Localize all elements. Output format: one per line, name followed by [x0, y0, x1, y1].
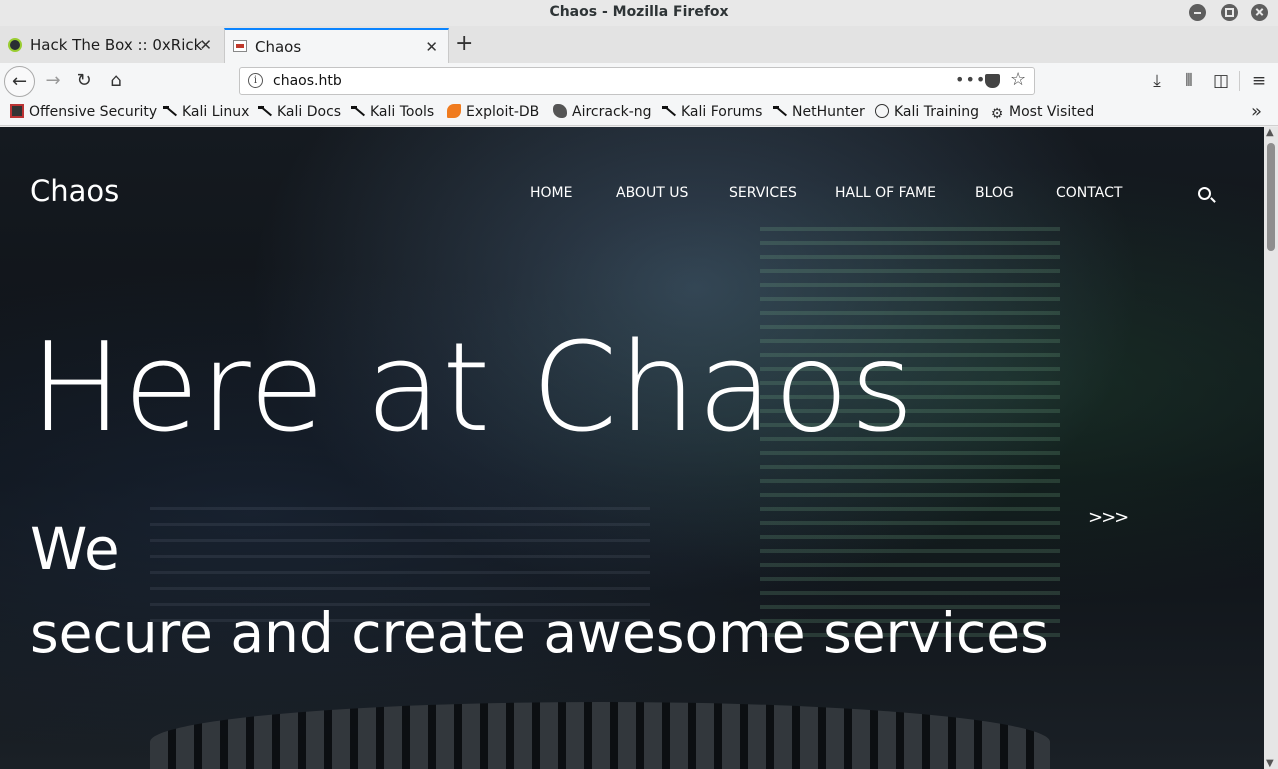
offsec-icon [10, 104, 24, 118]
home-icon: ⌂ [110, 70, 122, 91]
minimize-button[interactable] [1189, 4, 1206, 21]
tab-hackthebox[interactable]: Hack The Box :: 0xRick ✕ [0, 28, 222, 63]
window-title: Chaos - Mozilla Firefox [549, 4, 729, 20]
exploitdb-icon [447, 104, 461, 118]
bookmark-nethunter[interactable]: NetHunter [773, 104, 865, 120]
hamburger-icon: ≡ [1251, 71, 1267, 91]
tab-label: Hack The Box :: 0xRick [30, 36, 203, 54]
title-bar: Chaos - Mozilla Firefox [0, 0, 1278, 26]
nav-hall-of-fame[interactable]: HALL OF FAME [835, 185, 936, 201]
url-text[interactable]: chaos.htb [273, 73, 342, 89]
nav-about-us[interactable]: ABOUT US [616, 185, 688, 201]
hero-tagline: secure and create awesome services [30, 601, 1049, 665]
globe-icon [875, 104, 889, 118]
close-window-button[interactable] [1251, 4, 1268, 21]
bookmark-label: NetHunter [792, 104, 865, 120]
bookmark-most-visited[interactable]: ⚙ Most Visited [990, 104, 1095, 122]
bookmark-kali-linux[interactable]: Kali Linux [163, 104, 249, 120]
kali-icon [258, 104, 272, 118]
bookmark-exploit-db[interactable]: Exploit-DB [447, 104, 539, 120]
maximize-button[interactable] [1221, 4, 1238, 21]
forward-button[interactable]: → [39, 67, 67, 95]
bookmark-label: Kali Forums [681, 104, 763, 120]
chaos-favicon [233, 40, 247, 52]
bookmark-kali-training[interactable]: Kali Training [875, 104, 979, 120]
navigation-toolbar: ← → ↻ ⌂ i chaos.htb ••• ☆ ⤓ ⫴ ◫ ≡ [0, 63, 1278, 100]
page-scrollbar[interactable]: ▲ ▼ [1264, 127, 1278, 769]
bookmarks-overflow-chevron-icon[interactable]: » [1251, 101, 1262, 122]
bookmark-label: Kali Docs [277, 104, 342, 120]
bookmark-kali-tools[interactable]: Kali Tools [351, 104, 434, 120]
bookmark-kali-docs[interactable]: Kali Docs [258, 104, 341, 120]
browser-window: Chaos - Mozilla Firefox Hack The Box :: … [0, 0, 1278, 769]
nav-home[interactable]: HOME [530, 185, 572, 201]
library-icon: ⫴ [1185, 71, 1193, 91]
tab-strip: Hack The Box :: 0xRick ✕ Chaos ✕ + [0, 26, 1278, 63]
arrow-right-icon: → [45, 70, 61, 91]
slider-next-button[interactable]: >>> [1088, 507, 1129, 528]
bookmark-aircrack-ng[interactable]: Aircrack-ng [553, 104, 652, 120]
page-content: Chaos HOME ABOUT US SERVICES HALL OF FAM… [0, 127, 1264, 769]
scroll-down-icon[interactable]: ▼ [1266, 758, 1274, 769]
nav-blog[interactable]: BLOG [975, 185, 1014, 201]
new-tab-button[interactable]: + [455, 31, 473, 56]
background-keyboard-image [150, 702, 1050, 769]
bookmark-label: Aircrack-ng [572, 104, 652, 120]
downloads-button[interactable]: ⤓ [1144, 67, 1170, 95]
bookmark-offensive-security[interactable]: Offensive Security [10, 104, 157, 120]
sidebar-icon: ◫ [1212, 71, 1230, 91]
bookmark-label: Kali Training [894, 104, 979, 120]
arrow-left-icon: ← [11, 71, 28, 92]
reload-icon: ↻ [76, 70, 92, 91]
kali-icon [773, 104, 787, 118]
kali-icon [662, 104, 676, 118]
bookmark-star-icon[interactable]: ☆ [1010, 69, 1026, 90]
reload-button[interactable]: ↻ [70, 67, 98, 95]
pocket-icon[interactable] [985, 74, 1000, 88]
page-actions-menu[interactable]: ••• [955, 70, 986, 89]
download-icon: ⤓ [1153, 71, 1161, 91]
library-button[interactable]: ⫴ [1176, 67, 1202, 95]
nav-services[interactable]: SERVICES [729, 185, 797, 201]
site-logo[interactable]: Chaos [30, 174, 119, 208]
close-tab-icon[interactable]: ✕ [425, 38, 438, 56]
site-info-icon[interactable]: i [248, 73, 263, 88]
hero-title: Here at Chaos [30, 317, 916, 460]
bookmark-label: Exploit-DB [466, 104, 540, 120]
htb-icon [8, 38, 22, 52]
close-tab-icon[interactable]: ✕ [199, 36, 212, 54]
bookmark-label: Kali Tools [370, 104, 435, 120]
scrollbar-thumb[interactable] [1267, 143, 1275, 251]
bookmark-label: Offensive Security [29, 104, 158, 120]
open-menu-button[interactable]: ≡ [1246, 67, 1272, 95]
address-bar[interactable]: i chaos.htb ••• ☆ [239, 67, 1035, 95]
search-icon[interactable] [1198, 187, 1211, 200]
tab-chaos[interactable]: Chaos ✕ [224, 28, 449, 63]
home-button[interactable]: ⌂ [102, 67, 130, 95]
sidebar-button[interactable]: ◫ [1208, 67, 1234, 95]
hero-subtitle: We [30, 515, 120, 583]
bookmark-label: Kali Linux [182, 104, 250, 120]
toolbar-separator [1239, 71, 1240, 91]
bookmarks-toolbar: Offensive Security Kali Linux Kali Docs … [0, 100, 1278, 126]
bookmark-label: Most Visited [1009, 104, 1095, 120]
back-button[interactable]: ← [4, 66, 35, 97]
nav-contact[interactable]: CONTACT [1056, 185, 1122, 201]
tab-label: Chaos [255, 38, 302, 56]
gear-icon: ⚙ [990, 106, 1004, 122]
scroll-up-icon[interactable]: ▲ [1266, 127, 1274, 138]
kali-icon [163, 104, 177, 118]
aircrack-icon [553, 104, 567, 118]
bookmark-kali-forums[interactable]: Kali Forums [662, 104, 762, 120]
kali-icon [351, 104, 365, 118]
